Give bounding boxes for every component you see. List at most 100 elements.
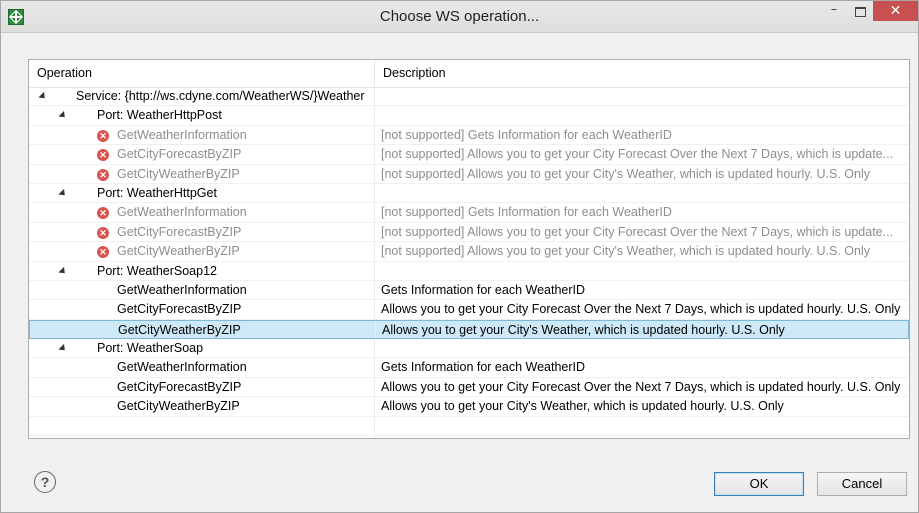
service-row[interactable]: Service: {http://ws.cdyne.com/WeatherWS/…: [29, 87, 909, 107]
operation-row[interactable]: ✕ GetCityWeatherByZIP [not supported] Allo…: [29, 242, 909, 262]
operation-label: GetWeatherInformation: [117, 205, 247, 220]
operation-label: Port: WeatherSoap12: [97, 263, 217, 278]
operation-label: GetCityWeatherByZIP: [118, 322, 241, 337]
expand-toggle-icon[interactable]: [58, 188, 68, 199]
table-header: Operation Description: [29, 60, 909, 88]
operation-cell: GetCityWeatherByZIP: [30, 321, 375, 338]
operation-label: GetCityForecastByZIP: [117, 302, 242, 317]
operation-row[interactable]: ✕ GetCityWeatherByZIP [not supported] Allo…: [29, 164, 909, 184]
operation-cell: Service: {http://ws.cdyne.com/WeatherWS/…: [29, 87, 374, 105]
description-cell: Allows you to get your City's Weather, w…: [375, 320, 909, 339]
operation-cell: GetWeatherInformation: [29, 281, 374, 299]
description-cell: Allows you to get your City Forecast Ove…: [374, 377, 909, 397]
empty-row: [29, 436, 909, 438]
operation-cell: ✕ GetCityWeatherByZIP: [29, 242, 374, 260]
operation-cell: Port: WeatherHttpPost: [29, 106, 374, 124]
operation-row[interactable]: GetCityForecastByZIP Allows you to get yo…: [29, 300, 909, 320]
operation-cell: [29, 436, 374, 438]
operation-row[interactable]: ✕ GetCityForecastByZIP [not supported] All…: [29, 222, 909, 243]
operation-cell: GetWeatherInformation: [29, 358, 374, 376]
description-cell: [374, 106, 909, 125]
table-rows: Service: {http://ws.cdyne.com/WeatherWS/…: [29, 87, 909, 438]
description-cell: Allows you to get your City's Weather, w…: [374, 397, 909, 416]
minimize-button[interactable]: –: [821, 1, 847, 21]
empty-row: [29, 416, 909, 437]
operation-cell: [29, 417, 374, 435]
column-header-description[interactable]: Description: [374, 60, 909, 87]
error-icon: ✕: [97, 149, 109, 162]
operation-row[interactable]: ✕ GetWeatherInformation [not supported] Ge…: [29, 203, 909, 223]
operation-label: Port: WeatherHttpPost: [97, 108, 222, 123]
operation-label: GetCityWeatherByZIP: [117, 399, 240, 414]
operation-cell: ✕ GetWeatherInformation: [29, 203, 374, 221]
title-bar[interactable]: Choose WS operation... – ✕: [1, 1, 918, 33]
port-row[interactable]: Port: WeatherHttpPost: [29, 106, 909, 126]
dialog-title: Choose WS operation...: [379, 8, 540, 25]
operation-cell: GetCityForecastByZIP: [29, 300, 374, 318]
description-cell: [374, 436, 909, 438]
operation-label: GetCityForecastByZIP: [117, 224, 242, 239]
operation-cell: ✕ GetCityForecastByZIP: [29, 145, 374, 163]
operation-row[interactable]: GetCityWeatherByZIP Allows you to get you…: [29, 397, 909, 417]
description-cell: [374, 416, 909, 436]
operation-cell: ✕ GetWeatherInformation: [29, 126, 374, 144]
description-cell: [374, 183, 909, 203]
description-cell: [not supported] Allows you to get your C…: [374, 242, 909, 261]
description-cell: [not supported] Allows you to get your C…: [374, 222, 909, 242]
error-icon: ✕: [97, 207, 109, 220]
operation-label: GetCityForecastByZIP: [117, 147, 242, 162]
description-cell: [374, 87, 909, 106]
operation-label: GetCityWeatherByZIP: [117, 166, 240, 181]
operation-row[interactable]: GetCityForecastByZIP Allows you to get yo…: [29, 377, 909, 398]
operation-label: GetCityForecastByZIP: [117, 379, 242, 394]
description-cell: Gets Information for each WeatherID: [374, 280, 909, 300]
operation-cell: GetCityForecastByZIP: [29, 378, 374, 396]
error-icon: ✕: [97, 168, 109, 181]
operation-label: Port: WeatherSoap: [97, 341, 204, 356]
operation-label: GetCityWeatherByZIP: [117, 244, 240, 259]
error-icon: ✕: [97, 129, 109, 142]
column-header-operation[interactable]: Operation: [29, 60, 374, 87]
error-icon: ✕: [97, 226, 109, 239]
description-cell: Allows you to get your City Forecast Ove…: [374, 300, 909, 319]
cancel-button[interactable]: Cancel: [817, 472, 907, 496]
expand-toggle-icon[interactable]: [58, 266, 68, 276]
port-row[interactable]: Port: WeatherHttpGet: [29, 183, 909, 204]
expand-toggle-icon[interactable]: [58, 111, 68, 121]
error-icon: ✕: [97, 246, 109, 259]
operation-label: Service: {http://ws.cdyne.com/WeatherWS/…: [76, 89, 365, 103]
port-row[interactable]: Port: WeatherSoap: [29, 339, 909, 359]
dialog-window: Choose WS operation... – ✕ Operation Des…: [0, 0, 919, 513]
operation-cell: ✕ GetCityWeatherByZIP: [29, 165, 374, 183]
description-cell: [not supported] Allows you to get your C…: [374, 145, 909, 164]
maximize-icon: [854, 7, 866, 17]
operation-label: GetWeatherInformation: [117, 127, 247, 142]
operation-row[interactable]: ✕ GetWeatherInformation [not supported] Ge…: [29, 125, 909, 146]
help-icon[interactable]: ?: [34, 471, 56, 493]
operation-cell: ✕ GetCityForecastByZIP: [29, 223, 374, 241]
description-cell: [374, 339, 909, 358]
operations-tree-table[interactable]: Operation Description Service: {http://w…: [28, 59, 910, 439]
operation-row[interactable]: ✕ GetCityForecastByZIP [not supported] All…: [29, 145, 909, 165]
operation-row[interactable]: GetWeatherInformation Gets Information fo…: [29, 358, 909, 378]
ok-button[interactable]: OK: [714, 472, 804, 496]
description-cell: Gets Information for each WeatherID: [374, 358, 909, 377]
operation-cell: GetCityWeatherByZIP: [29, 397, 374, 415]
operation-cell: Port: WeatherSoap: [29, 339, 374, 357]
close-button[interactable]: ✕: [873, 1, 918, 21]
operation-cell: Port: WeatherHttpGet: [29, 184, 374, 202]
expand-toggle-icon[interactable]: [58, 343, 68, 354]
description-cell: [374, 261, 909, 280]
operation-label: GetWeatherInformation: [117, 360, 247, 375]
operation-row[interactable]: GetWeatherInformation Gets Information fo…: [29, 280, 909, 301]
expand-toggle-icon[interactable]: [38, 91, 48, 102]
operation-cell: Port: WeatherSoap12: [29, 262, 374, 280]
port-row[interactable]: Port: WeatherSoap12: [29, 261, 909, 281]
operation-label: Port: WeatherHttpGet: [97, 185, 217, 200]
operation-row[interactable]: GetCityWeatherByZIP Allows you to get you…: [29, 319, 909, 340]
operation-label: GetWeatherInformation: [117, 282, 247, 297]
description-cell: [not supported] Gets Information for eac…: [374, 203, 909, 222]
maximize-button[interactable]: [847, 1, 873, 21]
description-cell: [not supported] Gets Information for eac…: [374, 125, 909, 145]
description-cell: [not supported] Allows you to get your C…: [374, 164, 909, 183]
